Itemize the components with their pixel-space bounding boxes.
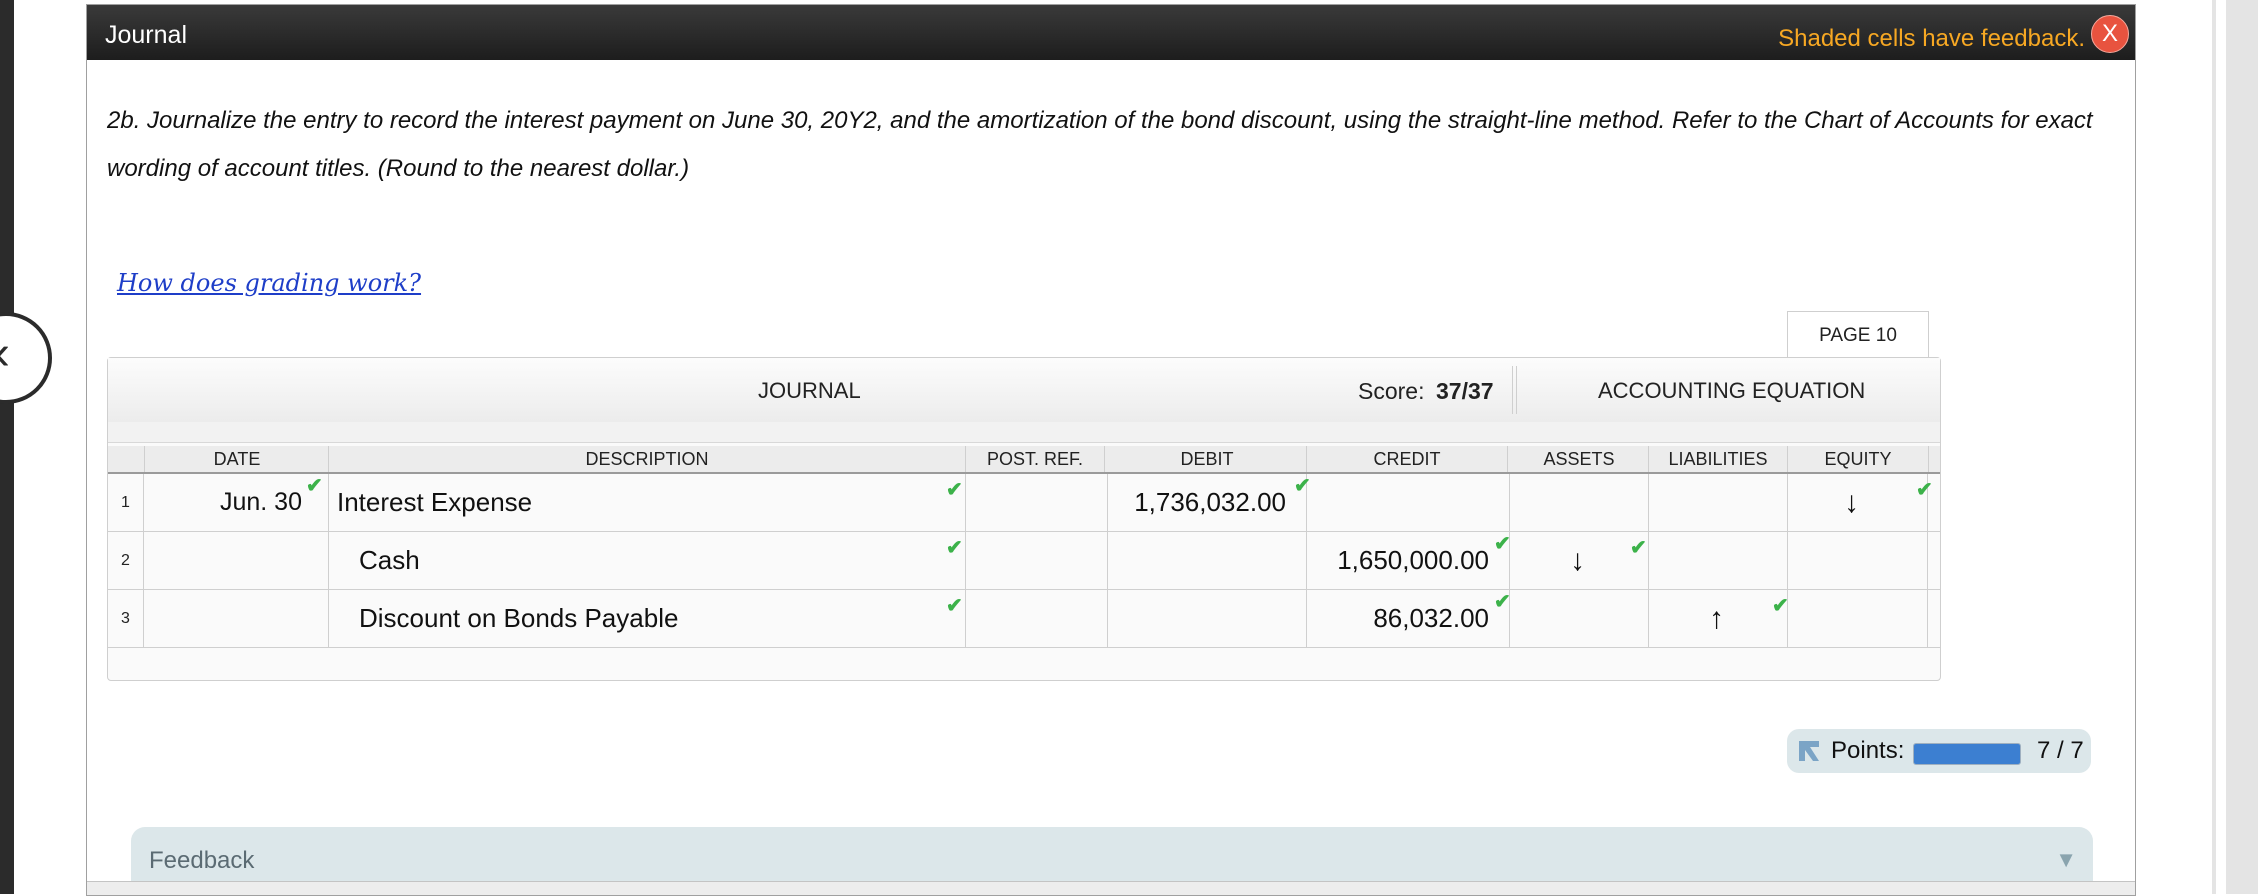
points-progress-bar xyxy=(1913,743,2021,765)
grading-help-link[interactable]: How does grading work? xyxy=(117,269,421,297)
col-equity: EQUITY xyxy=(1788,446,1929,472)
close-button[interactable]: X xyxy=(2091,15,2129,53)
col-rownum xyxy=(108,446,145,472)
check-icon: ✔ xyxy=(1772,595,1789,617)
liabilities-cell[interactable] xyxy=(1649,532,1788,589)
debit-cell[interactable]: 1,736,032.00 xyxy=(1108,474,1307,531)
date-cell[interactable] xyxy=(146,590,329,647)
left-edge-strip xyxy=(0,0,14,894)
date-cell[interactable] xyxy=(146,532,329,589)
check-icon: ✔ xyxy=(306,475,323,497)
check-icon: ✔ xyxy=(946,595,963,617)
debit-cell[interactable] xyxy=(1108,532,1307,589)
journal-header: JOURNAL Score: 37/37 ACCOUNTING EQUATION xyxy=(108,358,1940,423)
feedback-label: Feedback xyxy=(149,847,255,874)
description-cell[interactable]: Discount on Bonds Payable xyxy=(329,590,966,647)
chevron-down-icon: ▼ xyxy=(2055,847,2077,872)
score-value: 37/37 xyxy=(1436,378,1494,404)
col-date: DATE xyxy=(146,446,329,472)
credit-cell[interactable] xyxy=(1307,474,1510,531)
row-number: 1 xyxy=(108,474,144,531)
col-liabilities: LIABILITIES xyxy=(1649,446,1788,472)
header-divider xyxy=(1512,366,1517,414)
scrollbar-thumb[interactable] xyxy=(2216,0,2226,894)
row-number: 2 xyxy=(108,532,144,589)
col-credit: CREDIT xyxy=(1307,446,1508,472)
chevron-left-icon: ‹ xyxy=(0,330,10,378)
question-prompt: 2b. Journalize the entry to record the i… xyxy=(107,107,2093,182)
page-scrollbar[interactable] xyxy=(2212,0,2258,894)
credit-cell[interactable]: 86,032.00 xyxy=(1307,590,1510,647)
dialog-titlebar: Journal Shaded cells have feedback. X xyxy=(87,5,2135,60)
journal-row: 1 Jun. 30 ✔ Interest Expense ✔ 1,736,032… xyxy=(108,474,1940,532)
col-description: DESCRIPTION xyxy=(329,446,966,472)
description-cell[interactable]: Cash xyxy=(329,532,966,589)
pin-icon xyxy=(1799,741,1819,761)
assets-cell[interactable] xyxy=(1510,590,1649,647)
equity-cell[interactable] xyxy=(1788,590,1928,647)
journal-row: 2 Cash ✔ 1,650,000.00 ✔ ↓ ✔ xyxy=(108,532,1940,590)
col-debit: DEBIT xyxy=(1108,446,1307,472)
journal-row: 3 Discount on Bonds Payable ✔ 86,032.00 … xyxy=(108,590,1940,648)
column-headers: DATE DESCRIPTION POST. REF. DEBIT CREDIT… xyxy=(108,446,1940,474)
header-spacer xyxy=(108,422,1940,443)
score-label: Score: xyxy=(1358,378,1425,404)
post-ref-cell[interactable] xyxy=(966,590,1108,647)
row-number: 3 xyxy=(108,590,144,647)
dialog-title: Journal xyxy=(105,21,187,49)
post-ref-cell[interactable] xyxy=(966,532,1108,589)
points-indicator: Points: 7 / 7 xyxy=(1787,729,2091,773)
check-icon: ✔ xyxy=(1494,533,1511,555)
assets-cell[interactable] xyxy=(1510,474,1649,531)
post-ref-cell[interactable] xyxy=(966,474,1108,531)
check-icon: ✔ xyxy=(1630,537,1647,559)
points-label: Points: xyxy=(1831,737,1905,764)
check-icon: ✔ xyxy=(946,537,963,559)
journal-dialog: Journal Shaded cells have feedback. X 2b… xyxy=(86,4,2136,896)
page-tab[interactable]: PAGE 10 xyxy=(1787,311,1929,360)
journal-table: JOURNAL Score: 37/37 ACCOUNTING EQUATION… xyxy=(107,357,1941,681)
check-icon: ✔ xyxy=(946,479,963,501)
description-cell[interactable]: Interest Expense xyxy=(329,474,966,531)
assets-cell[interactable]: ↓ xyxy=(1510,532,1649,589)
equity-cell[interactable]: ↓ xyxy=(1788,474,1928,531)
accounting-equation-title: ACCOUNTING EQUATION xyxy=(1598,378,1866,403)
journal-title: JOURNAL xyxy=(758,378,861,403)
liabilities-cell[interactable]: ↑ xyxy=(1649,590,1788,647)
col-assets: ASSETS xyxy=(1510,446,1649,472)
check-icon: ✔ xyxy=(1916,479,1933,501)
credit-cell[interactable]: 1,650,000.00 xyxy=(1307,532,1510,589)
check-icon: ✔ xyxy=(1494,591,1511,613)
date-cell[interactable]: Jun. 30 xyxy=(146,474,329,531)
equity-cell[interactable] xyxy=(1788,532,1928,589)
liabilities-cell[interactable] xyxy=(1649,474,1788,531)
points-value: 7 / 7 xyxy=(2037,737,2084,764)
shaded-cells-note: Shaded cells have feedback. xyxy=(1778,25,2085,52)
points-progress-fill xyxy=(1914,744,2020,764)
debit-cell[interactable] xyxy=(1108,590,1307,647)
col-post-ref: POST. REF. xyxy=(966,446,1105,472)
